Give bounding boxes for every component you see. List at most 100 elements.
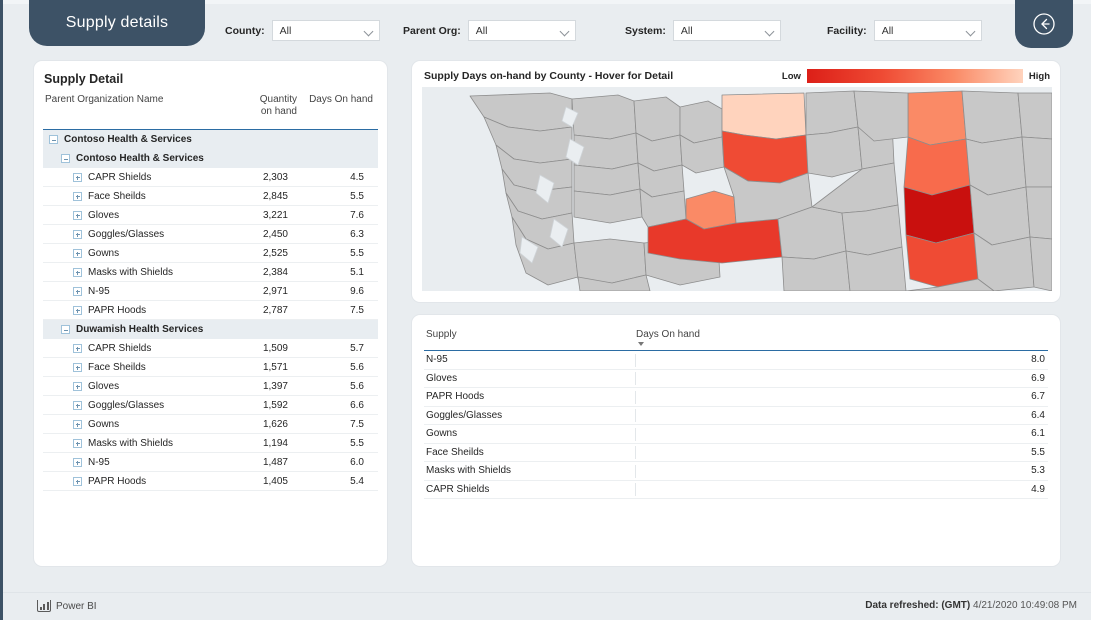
table-row[interactable]: CAPR Shields 2,303 4.5: [43, 168, 378, 187]
table-row[interactable]: Goggles/Glasses 1,592 6.6: [43, 396, 378, 415]
row-supply-name: Gloves: [88, 380, 120, 392]
filter-facility[interactable]: Facility: All: [827, 20, 982, 41]
bar-chart-rows: N-95 8.0 Gloves 6.9 PAPR Hoods 6.7 Goggles/Gla…: [424, 351, 1048, 499]
table-row[interactable]: Gowns 2,525 5.5: [43, 244, 378, 263]
row-supply-name: Masks with Shields: [88, 437, 174, 449]
expand-icon[interactable]: [73, 191, 82, 201]
row-days-on-hand: 5.1: [350, 266, 364, 278]
bar-chart-row[interactable]: Goggles/Glasses 6.4: [424, 407, 1048, 425]
collapse-icon[interactable]: [49, 135, 58, 144]
expand-icon[interactable]: [73, 305, 82, 315]
expand-icon[interactable]: [73, 267, 82, 277]
bar-value-label: 6.4: [1031, 409, 1045, 421]
expand-icon[interactable]: [73, 476, 82, 486]
report-page: Supply details County: All Parent Org: A…: [0, 0, 1094, 620]
bar-chart-row[interactable]: Masks with Shields 5.3: [424, 462, 1048, 481]
expand-icon[interactable]: [73, 362, 82, 372]
table-row[interactable]: Masks with Shields 1,194 5.5: [43, 434, 378, 453]
column-header-days-on-hand[interactable]: Days On hand: [636, 329, 700, 340]
supply-detail-subgroup-row[interactable]: Duwamish Health Services: [43, 320, 378, 339]
bar-chart-row[interactable]: PAPR Hoods 6.7: [424, 388, 1048, 407]
row-quantity: 1,509: [262, 342, 288, 354]
chevron-down-icon: [365, 28, 373, 33]
supply-detail-subgroup-row[interactable]: Contoso Health & Services: [43, 149, 378, 168]
expand-icon[interactable]: [73, 286, 82, 296]
filter-parent-org-value: All: [475, 24, 488, 37]
row-supply-name: N-95: [88, 456, 110, 468]
column-header-parent-org[interactable]: Parent Organization Name: [45, 94, 163, 105]
chevron-down-icon: [967, 28, 975, 33]
subgroup-label: Contoso Health & Services: [76, 153, 204, 164]
powerbi-logo-link[interactable]: Power BI: [37, 600, 97, 612]
bar-track: [635, 483, 1005, 496]
filter-parent-org-dropdown[interactable]: All: [467, 20, 576, 41]
days-on-hand-chart-panel: Supply Days On hand N-95 8.0 Gloves 6.9 PAPR…: [411, 314, 1061, 567]
bar-value-label: 6.9: [1031, 372, 1045, 384]
filter-county[interactable]: County: All: [225, 20, 380, 41]
bar-category-label: Goggles/Glasses: [426, 409, 503, 421]
row-supply-name: Goggles/Glasses: [88, 228, 165, 240]
table-row[interactable]: Gloves 3,221 7.6: [43, 206, 378, 225]
bar-value-label: 8.0: [1031, 354, 1045, 366]
bar-chart-row[interactable]: Gowns 6.1: [424, 425, 1048, 444]
bar-chart-row[interactable]: Gloves 6.9: [424, 370, 1048, 388]
filter-system-dropdown[interactable]: All: [672, 20, 781, 41]
filter-county-label: County:: [225, 24, 265, 37]
row-quantity: 2,971: [262, 285, 288, 297]
expand-icon[interactable]: [73, 343, 82, 353]
expand-icon[interactable]: [73, 419, 82, 429]
table-row[interactable]: N-95 2,971 9.6: [43, 282, 378, 301]
row-supply-name: PAPR Hoods: [88, 475, 147, 487]
row-days-on-hand: 5.7: [350, 342, 364, 354]
powerbi-label: Power BI: [56, 600, 97, 612]
row-quantity: 2,384: [262, 266, 288, 278]
bar-chart-row[interactable]: N-95 8.0: [424, 351, 1048, 370]
row-days-on-hand: 5.5: [350, 247, 364, 259]
row-days-on-hand: 6.6: [350, 399, 364, 411]
table-row[interactable]: PAPR Hoods 1,405 5.4: [43, 472, 378, 491]
expand-icon[interactable]: [73, 248, 82, 258]
row-quantity: 3,221: [262, 209, 288, 221]
bar-chart-row[interactable]: CAPR Shields 4.9: [424, 481, 1048, 499]
back-button[interactable]: [1015, 0, 1073, 48]
table-row[interactable]: Goggles/Glasses 2,450 6.3: [43, 225, 378, 244]
row-supply-name: Gowns: [88, 418, 120, 430]
table-row[interactable]: Face Sheilds 2,845 5.5: [43, 187, 378, 206]
row-days-on-hand: 7.5: [350, 304, 364, 316]
expand-icon[interactable]: [73, 381, 82, 391]
table-row[interactable]: N-95 1,487 6.0: [43, 453, 378, 472]
map-svg: [469, 90, 1052, 291]
table-row[interactable]: CAPR Shields 1,509 5.7: [43, 339, 378, 358]
chevron-down-icon: [766, 28, 774, 33]
table-row[interactable]: Gloves 1,397 5.6: [43, 377, 378, 396]
row-quantity: 1,571: [262, 361, 288, 373]
table-row[interactable]: PAPR Hoods 2,787 7.5: [43, 301, 378, 320]
filter-county-dropdown[interactable]: All: [271, 20, 380, 41]
expand-icon[interactable]: [73, 438, 82, 448]
bar-value-label: 5.3: [1031, 465, 1045, 477]
filter-system[interactable]: System: All: [625, 20, 781, 41]
expand-icon[interactable]: [73, 400, 82, 410]
filter-facility-dropdown[interactable]: All: [873, 20, 982, 41]
supply-detail-rows: Contoso Health & Services Contoso Health …: [43, 130, 378, 491]
supply-detail-group-row[interactable]: Contoso Health & Services: [43, 130, 378, 149]
table-row[interactable]: Gowns 1,626 7.5: [43, 415, 378, 434]
column-header-supply[interactable]: Supply: [426, 329, 457, 340]
bar-track: [635, 446, 1005, 459]
expand-icon[interactable]: [73, 210, 82, 220]
row-quantity: 1,397: [262, 380, 288, 392]
filter-parent-org[interactable]: Parent Org: All: [403, 20, 576, 41]
column-header-days[interactable]: Days On hand: [301, 94, 373, 105]
expand-icon[interactable]: [73, 172, 82, 182]
collapse-icon[interactable]: [61, 154, 70, 163]
table-row[interactable]: Face Sheilds 1,571 5.6: [43, 358, 378, 377]
column-header-quantity[interactable]: Quantity on hand: [235, 94, 297, 118]
collapse-icon[interactable]: [61, 325, 70, 334]
expand-icon[interactable]: [73, 457, 82, 467]
bar-chart-row[interactable]: Face Sheilds 5.5: [424, 444, 1048, 462]
table-row[interactable]: Masks with Shields 2,384 5.1: [43, 263, 378, 282]
column-header-quantity-line1: Quantity: [259, 94, 297, 105]
county-choropleth-map[interactable]: [422, 87, 1052, 291]
group-label: Contoso Health & Services: [64, 134, 192, 145]
expand-icon[interactable]: [73, 229, 82, 239]
